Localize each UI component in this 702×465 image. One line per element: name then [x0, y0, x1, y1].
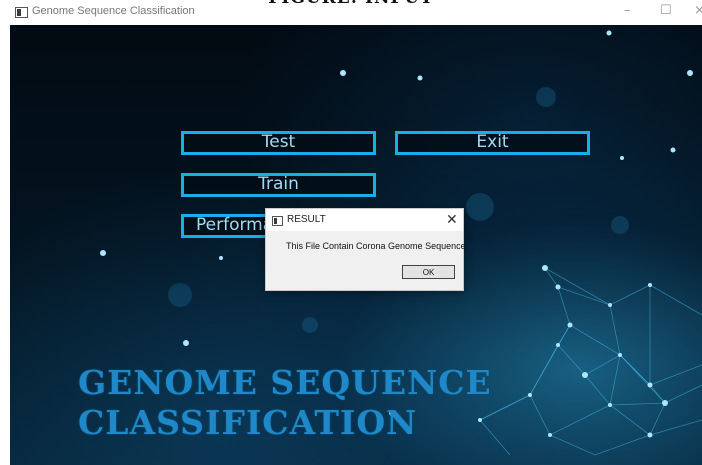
app-banner-title: GENOME SEQUENCE CLASSIFICATION — [78, 363, 492, 443]
dialog-close-button[interactable]: ✕ — [446, 211, 458, 228]
test-button[interactable]: Test — [181, 131, 376, 155]
train-button[interactable]: Train — [181, 173, 376, 197]
dialog-title-bar: RESULT ✕ — [266, 209, 463, 231]
dialog-title: RESULT — [287, 214, 326, 225]
banner-line-1: GENOME SEQUENCE — [78, 363, 492, 402]
app-window-icon — [15, 7, 28, 18]
dialog-message: This File Contain Corona Genome Sequence — [286, 241, 466, 251]
dialog-window-icon — [272, 216, 283, 226]
banner-line-2: CLASSIFICATION — [78, 403, 418, 442]
figure-caption: FIGURE: INPUT — [0, 0, 702, 8]
exit-button[interactable]: Exit — [395, 131, 590, 155]
app-window: Genome Sequence Classification – ☐ × Tes… — [0, 0, 702, 465]
result-dialog: RESULT ✕ This File Contain Corona Genome… — [265, 208, 466, 291]
ok-button[interactable]: OK — [402, 265, 455, 279]
